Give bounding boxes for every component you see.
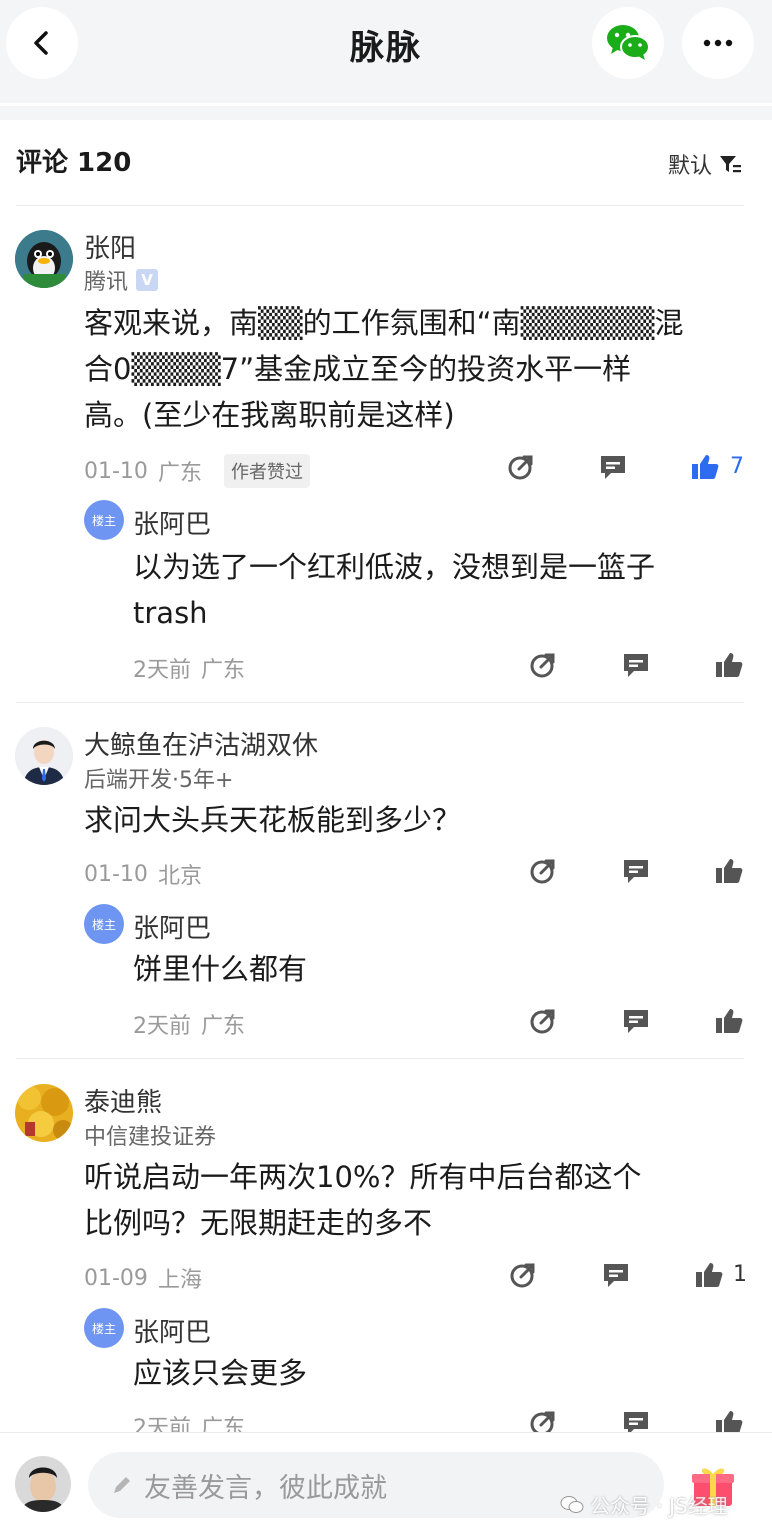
owner-badge: 楼主 — [84, 1308, 124, 1348]
comment-input-placeholder: 友善发言，彼此成就 — [144, 1472, 387, 1504]
like-count: 7 — [730, 454, 744, 479]
comment-meta: 01-10 北京 — [84, 858, 202, 890]
divider — [16, 702, 744, 703]
comment-location: 上海 — [157, 1268, 202, 1293]
thumbs-up-icon[interactable] — [694, 1260, 724, 1290]
share-icon[interactable] — [508, 1260, 538, 1290]
comment-date: 01-10 — [84, 861, 148, 887]
comment-meta: 01-09 上海 — [84, 1262, 202, 1294]
penguin-avatar-icon — [15, 230, 73, 288]
reply-icon[interactable] — [598, 452, 628, 482]
reply-location: 广东 — [201, 658, 246, 683]
reply-body: 饼里什么都有 — [133, 946, 743, 992]
company-label: 腾讯 — [84, 270, 129, 295]
sort-button[interactable]: 默认 — [668, 148, 742, 180]
commenter-company: 中信建投证券 — [84, 1119, 216, 1151]
share-icon[interactable] — [528, 856, 558, 886]
comment-location: 广东 — [157, 461, 202, 486]
thumbs-up-icon[interactable] — [714, 650, 744, 680]
businessman-avatar-icon — [15, 727, 73, 785]
reply-meta: 2天前 广东 — [133, 652, 245, 684]
comment-line: 求问大头兵天花板能到多少？ — [84, 803, 462, 837]
avatar[interactable] — [15, 727, 73, 785]
thumbs-up-icon[interactable] — [714, 856, 744, 886]
reply-line: 饼里什么都有 — [133, 952, 308, 986]
reply-line: 以为选了一个红利低波，没想到是一篮子 — [133, 550, 656, 584]
reply-line: 应该只会更多 — [133, 1356, 308, 1390]
reply-icon[interactable] — [621, 1006, 651, 1036]
owner-badge: 楼主 — [84, 904, 124, 944]
autumn-tree-avatar-icon — [15, 1084, 73, 1142]
verified-icon: V — [136, 269, 159, 291]
thumbs-up-icon[interactable] — [714, 1006, 744, 1036]
user-photo-avatar-icon — [15, 1456, 71, 1512]
share-icon[interactable] — [528, 650, 558, 680]
watermark-text: 公众号 · JS经理 — [590, 1494, 728, 1518]
sort-label: 默认 — [668, 154, 713, 179]
commenter-name[interactable]: 张阳 — [84, 228, 136, 265]
owner-badge: 楼主 — [84, 500, 124, 540]
comment-body: 客观来说，南▒▒的工作氛围和“南▒▒▒▒▒▒混 合0▒▒▒▒7”基金成立至今的投… — [84, 300, 740, 438]
like-count: 1 — [733, 1262, 747, 1287]
reply-icon[interactable] — [601, 1260, 631, 1290]
comment-line: 比例吗？无限期赶走的多不 — [84, 1206, 433, 1240]
watermark: 公众号 · JS经理 — [560, 1490, 728, 1519]
reply-meta: 2天前 广东 — [133, 1008, 245, 1040]
company-label: 中信建投证券 — [84, 1125, 217, 1150]
thumbs-up-icon[interactable] — [690, 452, 720, 482]
comment-meta: 01-10 广东 作者赞过 — [84, 454, 310, 488]
comment-line: 听说启动一年两次10%？所有中后台都这个 — [84, 1160, 642, 1194]
share-icon[interactable] — [528, 1006, 558, 1036]
more-icon — [703, 39, 733, 47]
reply-date: 2天前 — [133, 658, 191, 683]
reply-author-name[interactable]: 张阿巴 — [133, 1312, 211, 1349]
author-liked-tag: 作者赞过 — [223, 454, 310, 488]
pencil-icon — [114, 1477, 130, 1493]
reply-date: 2天前 — [133, 1014, 191, 1039]
reply-line: trash — [133, 596, 208, 630]
comment-date: 01-10 — [84, 458, 148, 484]
reply-body: 以为选了一个红利低波，没想到是一篮子 trash — [133, 544, 743, 636]
comment-date: 01-09 — [84, 1265, 148, 1291]
section-separator — [0, 96, 772, 120]
comment-line: 合0▒▒▒▒7”基金成立至今的投资水平一样 — [84, 352, 632, 386]
comments-count-heading: 评论 120 — [16, 148, 132, 178]
my-avatar[interactable] — [15, 1456, 71, 1512]
comment-body: 求问大头兵天花板能到多少？ — [84, 797, 740, 843]
wechat-watermark-icon — [560, 1495, 584, 1513]
commenter-company: 腾讯 V — [84, 264, 159, 296]
comment-body: 听说启动一年两次10%？所有中后台都这个 比例吗？无限期赶走的多不 — [84, 1154, 740, 1246]
commenter-name[interactable]: 泰迪熊 — [84, 1082, 162, 1119]
avatar[interactable] — [15, 1084, 73, 1142]
top-bar: 脉脉 — [0, 0, 772, 96]
divider — [16, 205, 744, 206]
reply-icon[interactable] — [621, 856, 651, 886]
comment-line: 客观来说，南▒▒的工作氛围和“南▒▒▒▒▒▒混 — [84, 306, 684, 340]
more-button[interactable] — [682, 7, 754, 79]
share-wechat-button[interactable] — [592, 7, 664, 79]
divider — [16, 1058, 744, 1059]
commenter-name[interactable]: 大鲸鱼在泸沽湖双休 — [84, 725, 318, 762]
avatar[interactable] — [15, 230, 73, 288]
company-label: 后端开发·5年+ — [84, 768, 234, 793]
reply-location: 广东 — [201, 1014, 246, 1039]
reply-author-name[interactable]: 张阿巴 — [133, 504, 211, 541]
filter-icon — [720, 156, 742, 173]
reply-icon[interactable] — [621, 650, 651, 680]
comment-line: 高。(至少在我离职前是这样) — [84, 398, 455, 432]
commenter-company: 后端开发·5年+ — [84, 762, 233, 794]
reply-author-name[interactable]: 张阿巴 — [133, 908, 211, 945]
comment-location: 北京 — [157, 864, 202, 889]
share-icon[interactable] — [506, 452, 536, 482]
reply-body: 应该只会更多 — [133, 1350, 743, 1396]
wechat-icon — [607, 25, 650, 60]
